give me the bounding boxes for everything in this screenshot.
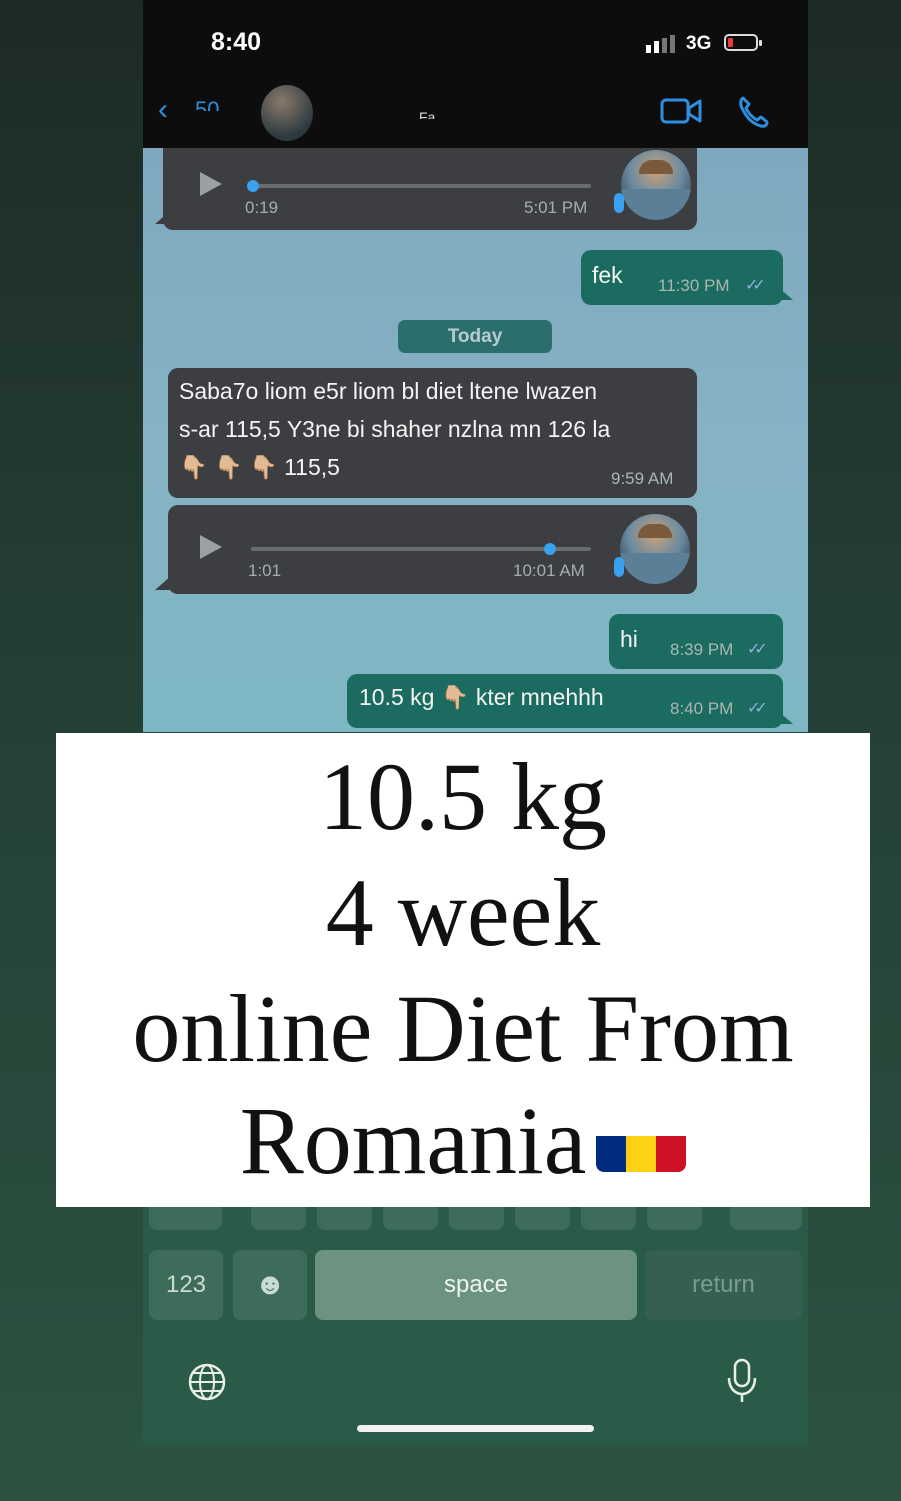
message-text: 10.5 kg 👇🏼 kter mnehhh [359,684,604,710]
message-time: 9:59 AM [611,469,674,488]
contact-name[interactable]: Fa... [419,109,447,119]
message-time: 8:40 PM [670,699,734,718]
emoji-key[interactable]: ☻ [233,1250,307,1320]
status-bar: 8:40 3G [143,0,808,75]
voice-duration: 0:19 [245,198,279,217]
signal-icon [646,35,675,53]
network-type: 3G [686,33,712,54]
message-text: fek [592,262,623,288]
microphone-icon[interactable] [726,1358,758,1404]
bubble-tail [777,710,793,724]
message-time: 5:01 PM [524,198,588,217]
play-icon[interactable] [200,535,222,559]
caption-line-with-flag: Romania [56,1085,870,1196]
battery-icon [724,34,762,51]
message-line: 👇🏼 👇🏼 👇🏼 115,5 [179,454,340,480]
voice-progress-track[interactable] [251,547,591,551]
outgoing-message[interactable]: fek 11:30 PM ✓✓ [581,250,783,305]
bubble-tail [155,576,171,590]
phone-call-icon[interactable] [737,95,769,129]
voice-progress-track[interactable] [251,184,591,188]
outgoing-message[interactable]: hi 8:39 PM ✓✓ [609,614,783,669]
play-icon[interactable] [200,172,222,196]
double-check-icon: ✓✓ [747,700,768,717]
sender-avatar [620,514,690,584]
return-key[interactable]: return [645,1250,802,1320]
message-line: Saba7o liom e5r liom bl diet ltene lwaze… [179,378,598,404]
mic-icon [614,193,624,213]
message-text: hi [620,626,638,652]
caption-line: online Diet From [132,975,794,1082]
bubble-tail [777,286,793,300]
home-indicator[interactable] [357,1425,594,1432]
date-separator: Today [398,320,552,353]
double-check-icon: ✓✓ [747,641,768,658]
chat-area[interactable]: 0:19 5:01 PM fek 11:30 PM ✓✓ Today Saba7… [143,148,808,732]
caption-line: 4 week [325,859,601,966]
romania-flag-icon [596,1110,687,1172]
back-count[interactable]: 50 [195,97,219,111]
message-line: s-ar 115,5 Y3ne bi shaher nzlna mn 126 l… [179,416,611,442]
incoming-message[interactable]: Saba7o liom e5r liom bl diet ltene lwaze… [168,368,697,498]
chat-header: ‹ 50 Fa... [143,75,808,148]
mic-icon [614,557,624,577]
voice-duration: 1:01 [248,561,282,580]
status-time: 8:40 [211,28,262,56]
double-check-icon: ✓✓ [745,277,766,294]
message-time: 10:01 AM [513,561,585,580]
caption-overlay: 10.5 kg 4 week online Diet From Romania [56,733,870,1207]
message-time: 11:30 PM [658,276,730,295]
keyboard[interactable]: 123 ☻ space return [143,1200,808,1445]
outgoing-message[interactable]: 10.5 kg 👇🏼 kter mnehhh 8:40 PM ✓✓ [347,674,783,728]
caption-line: 10.5 kg [319,743,607,850]
message-time: 8:39 PM [670,640,734,659]
globe-icon[interactable] [187,1362,227,1402]
voice-progress-handle[interactable] [247,180,259,192]
chevron-left-icon[interactable]: ‹ [158,95,182,125]
caption-text: Romania [239,1087,587,1194]
bubble-tail [155,210,171,224]
contact-avatar[interactable] [261,85,313,141]
voice-message[interactable]: 0:19 5:01 PM [163,148,697,230]
voice-message[interactable]: 1:01 10:01 AM [168,505,697,594]
phone-screen: 8:40 3G ‹ 50 Fa... 0:19 5:01 PM fek 11:3… [143,0,808,1445]
sender-avatar [621,150,691,220]
voice-progress-handle[interactable] [544,543,556,555]
video-call-icon[interactable] [660,97,702,125]
numbers-key[interactable]: 123 [149,1250,223,1320]
space-key[interactable]: space [315,1250,637,1320]
